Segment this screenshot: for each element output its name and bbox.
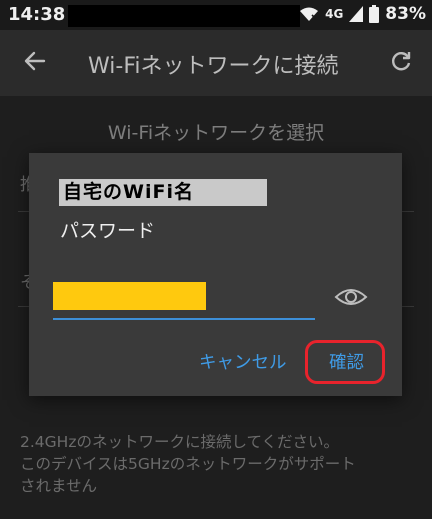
- battery-level: 83%: [385, 4, 426, 24]
- frequency-note-line: されません: [20, 477, 98, 495]
- password-input[interactable]: [53, 280, 315, 320]
- redacted-area: [68, 5, 300, 27]
- refresh-icon: [390, 50, 412, 76]
- frequency-note-line: このデバイスは5GHzのネットワークがサポート: [20, 455, 356, 473]
- network-type: 4G: [325, 7, 344, 21]
- battery-icon: [369, 5, 380, 23]
- frequency-note-line: 2.4GHzのネットワークに接続してください。: [20, 433, 340, 451]
- network-select-heading: Wi-Fiネットワークを選択: [107, 122, 325, 144]
- show-password-toggle[interactable]: [333, 285, 369, 313]
- password-label: パスワード: [60, 220, 156, 242]
- confirm-button[interactable]: 確認: [329, 349, 364, 374]
- status-time: 14:38: [8, 4, 66, 25]
- refresh-button[interactable]: [384, 46, 418, 80]
- eye-icon: [334, 286, 368, 312]
- app-bar: Wi-Fiネットワークに接続: [0, 30, 432, 96]
- input-underline: [53, 318, 315, 320]
- cancel-button[interactable]: キャンセル: [199, 349, 287, 374]
- arrow-left-icon: [24, 50, 46, 76]
- wifi-icon: [299, 6, 319, 22]
- status-bar: 14:38 4G 83%: [0, 0, 432, 30]
- frequency-note: 2.4GHzのネットワークに接続してください。 このデバイスは5GHzのネットワ…: [20, 431, 420, 497]
- wifi-password-dialog: 自宅のWiFi名 パスワード キャンセル 確認: [29, 153, 402, 396]
- signal-icon: [349, 6, 364, 22]
- status-icons: 4G 83%: [299, 4, 426, 24]
- ssid-label: 自宅のWiFi名: [59, 179, 267, 206]
- back-button[interactable]: [18, 46, 52, 80]
- page-title: Wi-Fiネットワークに接続: [88, 54, 339, 79]
